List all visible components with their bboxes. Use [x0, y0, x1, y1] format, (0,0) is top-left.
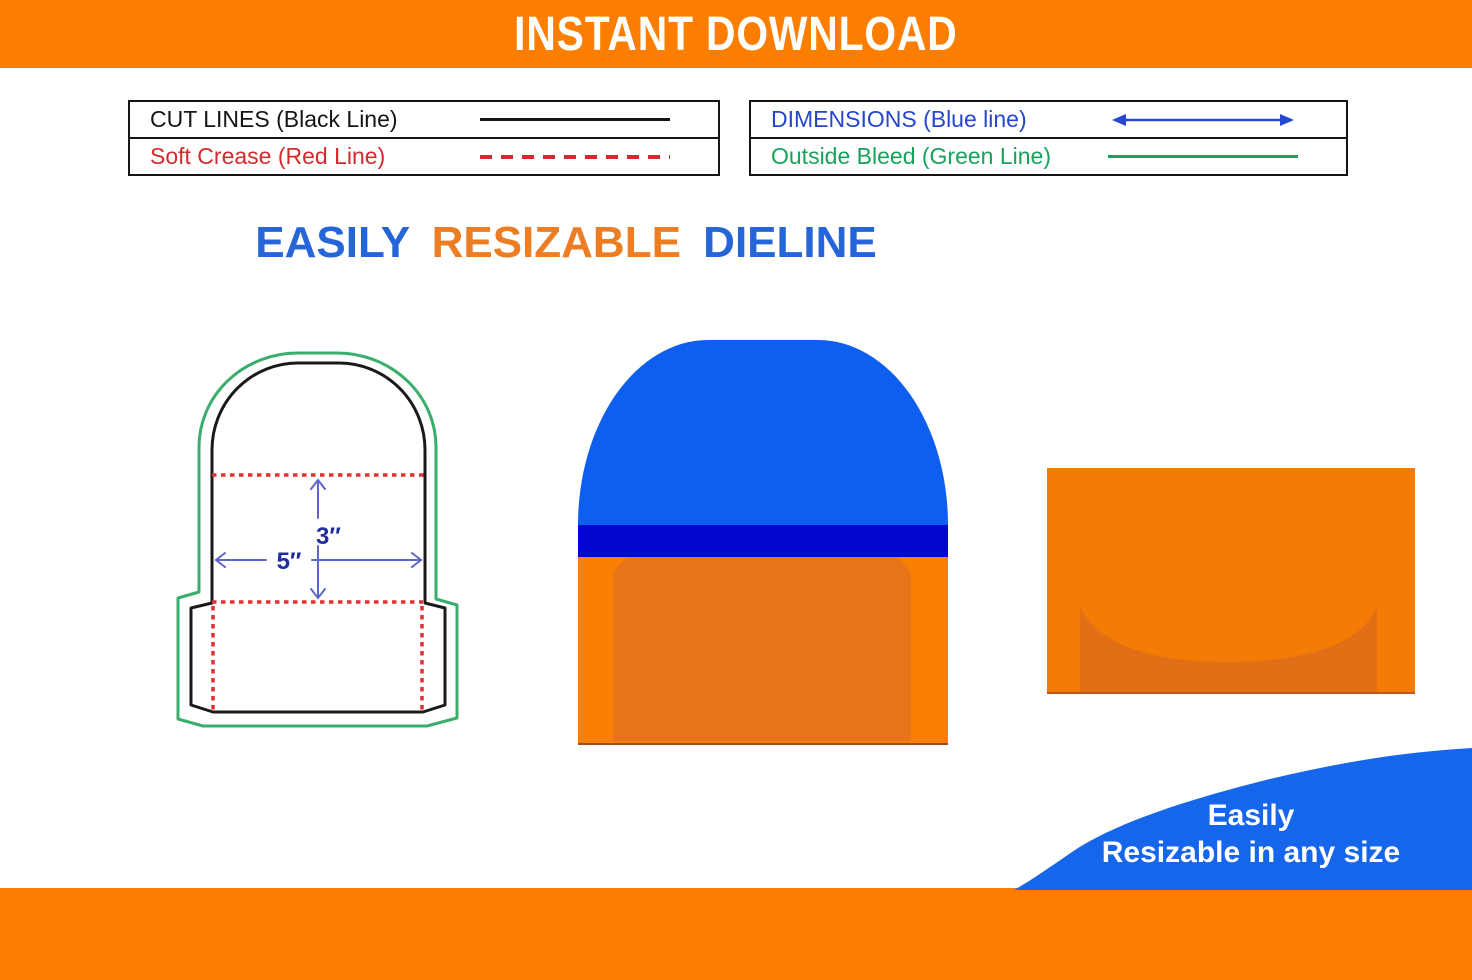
soft-crease-label: Soft Crease (Red Line) — [150, 143, 386, 169]
badge-line-2: Resizable in any size — [1101, 836, 1401, 869]
headline-word-easily: EASILY — [255, 218, 410, 267]
legend-row-soft-crease: Soft Crease (Red Line) — [130, 137, 718, 174]
envelope-flap-edge — [578, 525, 948, 557]
red-dashed-line-icon — [480, 154, 670, 159]
legend-row-cut-lines: CUT LINES (Black Line) — [130, 102, 718, 137]
resizable-badge: Easily Resizable in any size — [1040, 797, 1462, 871]
envelope-flap — [578, 340, 948, 525]
envelope-back-preview — [1047, 468, 1415, 694]
outside-bleed-label: Outside Bleed (Green Line) — [771, 143, 1051, 169]
green-solid-line-icon — [1108, 155, 1298, 158]
page: INSTANT DOWNLOAD CUT LINES (Black Line) … — [0, 0, 1472, 980]
footer-banner — [0, 888, 1472, 980]
envelope-pocket — [613, 557, 911, 741]
blue-double-arrow-icon — [1108, 112, 1298, 128]
solid-black-line-icon — [480, 118, 670, 121]
dieline-diagram: 3″ 5″ — [176, 351, 459, 728]
badge-line-1: Easily — [1207, 799, 1295, 832]
dimensions-label: DIMENSIONS (Blue line) — [771, 106, 1027, 132]
header-title: INSTANT DOWNLOAD — [514, 7, 958, 61]
height-dimension-label: 3″ — [316, 523, 341, 550]
envelope-body — [578, 557, 948, 745]
header-banner: INSTANT DOWNLOAD — [0, 0, 1472, 68]
headline-word-resizable: RESIZABLE — [431, 218, 681, 267]
envelope-back-flap-curve — [1080, 607, 1377, 692]
legend-row-dimensions: DIMENSIONS (Blue line) — [751, 102, 1346, 137]
page-title: EASILY RESIZABLE DIELINE — [0, 218, 1132, 268]
headline-word-dieline: DIELINE — [703, 218, 877, 267]
width-dimension-label: 5″ — [277, 548, 302, 575]
legend-dimensions-box: DIMENSIONS (Blue line) Outside Bleed (Gr… — [749, 100, 1348, 176]
envelope-front-preview — [578, 340, 948, 745]
cut-lines-label: CUT LINES (Black Line) — [150, 106, 398, 132]
legend-cut-lines-box: CUT LINES (Black Line) Soft Crease (Red … — [128, 100, 720, 176]
legend-row-outside-bleed: Outside Bleed (Green Line) — [751, 137, 1346, 174]
